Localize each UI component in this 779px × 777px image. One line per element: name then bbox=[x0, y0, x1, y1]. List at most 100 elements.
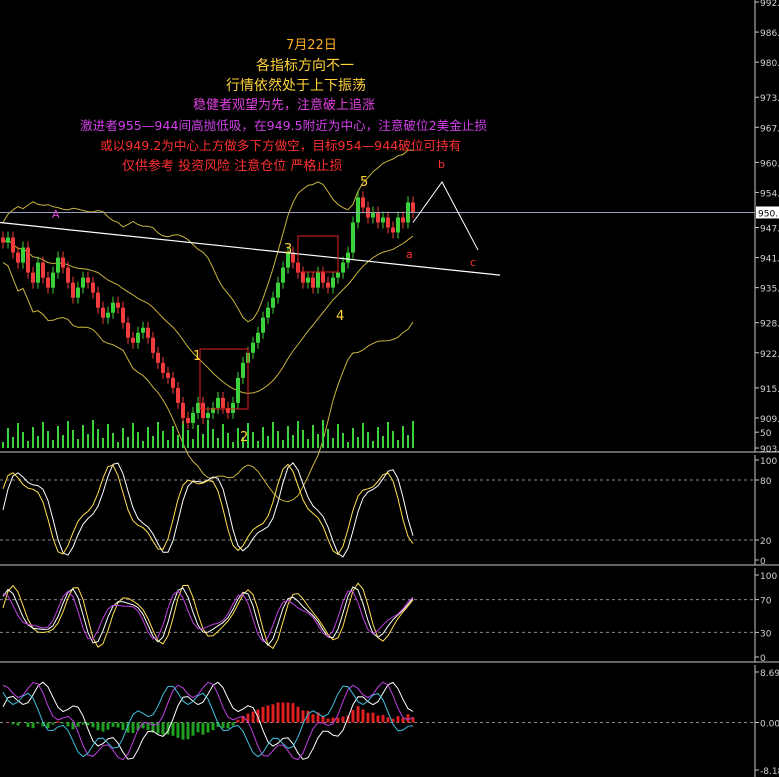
volume-bar bbox=[227, 433, 229, 448]
volume-bar bbox=[207, 420, 209, 448]
candle-body bbox=[1, 237, 5, 243]
y-tick-label: 100 bbox=[760, 572, 777, 582]
volume-bar bbox=[222, 424, 224, 448]
candle-body bbox=[96, 292, 100, 308]
volume-bar bbox=[47, 431, 49, 448]
candle-body bbox=[6, 237, 10, 243]
macd-histogram-bar bbox=[271, 704, 275, 723]
macd-histogram-bar bbox=[371, 712, 375, 723]
macd-histogram-bar bbox=[251, 711, 255, 723]
candle-body bbox=[71, 282, 75, 298]
candle-body bbox=[11, 237, 15, 253]
chart-canvas: A 1 2 3 4 5 a b c 992. 986. 980. 973. 967. 960. 954. 94… bbox=[0, 0, 779, 777]
volume-bar bbox=[27, 441, 29, 448]
candle-body bbox=[261, 317, 265, 333]
volume-bar bbox=[127, 437, 129, 448]
candle-body bbox=[231, 402, 235, 413]
candle-body bbox=[101, 307, 105, 318]
volume-bar bbox=[167, 440, 169, 448]
candle-body bbox=[91, 282, 95, 293]
volume-bar bbox=[382, 436, 384, 448]
volume-bar bbox=[347, 442, 349, 448]
volume-bar bbox=[162, 431, 164, 448]
y-tick-label: 967. bbox=[760, 124, 779, 134]
candle-body bbox=[346, 252, 350, 263]
volume-bar bbox=[147, 427, 149, 448]
candle-body bbox=[216, 397, 220, 408]
candle-body bbox=[396, 217, 400, 233]
macd-histogram-bar bbox=[46, 722, 50, 729]
annotation-line6: 仅供参考 投资风险 注意仓位 严格止损 bbox=[122, 159, 343, 174]
candle-body bbox=[61, 257, 65, 268]
macd-histogram-bar bbox=[106, 722, 110, 730]
macd-histogram-bar bbox=[11, 722, 15, 725]
volume-bar bbox=[407, 435, 409, 448]
candle-body bbox=[331, 277, 335, 288]
bollinger-lower bbox=[2, 262, 414, 503]
macd-histogram-bar bbox=[91, 722, 95, 728]
macd-histogram-bar bbox=[16, 722, 20, 726]
y-tick-label: 915. bbox=[760, 385, 779, 395]
candle-body bbox=[21, 247, 25, 263]
candle-body bbox=[271, 297, 275, 308]
macd-histogram-bar bbox=[81, 722, 85, 725]
y-tick-label: 947. bbox=[760, 225, 779, 235]
volume-bar bbox=[17, 423, 19, 448]
candle-body bbox=[206, 412, 210, 418]
candle-body bbox=[146, 327, 150, 338]
candle-body bbox=[276, 282, 280, 298]
candle-body bbox=[166, 372, 170, 378]
candle-body bbox=[131, 337, 135, 343]
y-tick-label: 941. bbox=[760, 255, 779, 265]
annotation-line3: 稳健者观望为先，注意破上追涨 bbox=[193, 98, 376, 113]
candle-body bbox=[266, 307, 270, 318]
candle-body bbox=[241, 362, 245, 378]
candle-body bbox=[31, 272, 35, 283]
macd-histogram-bar bbox=[56, 721, 60, 723]
volume-bar bbox=[172, 426, 174, 448]
stochastic-panel[interactable] bbox=[2, 462, 414, 558]
macd-histogram-bar bbox=[276, 702, 280, 723]
candle-body bbox=[251, 342, 255, 353]
candle-body bbox=[316, 272, 320, 288]
macd-histogram-bar bbox=[6, 721, 10, 723]
volume-bar bbox=[292, 435, 294, 448]
volume-bar bbox=[367, 432, 369, 448]
candle-body bbox=[281, 267, 285, 283]
macd-histogram-bar bbox=[36, 722, 40, 724]
volume-bar bbox=[217, 438, 219, 448]
macd-histogram-bar bbox=[406, 714, 410, 723]
volume-bar bbox=[392, 431, 394, 448]
macd-histogram-bar bbox=[131, 722, 135, 734]
volume-bar bbox=[157, 422, 159, 448]
candle-body bbox=[311, 277, 315, 288]
macd-histogram-bar bbox=[121, 722, 125, 730]
macd-histogram-bar bbox=[111, 722, 115, 727]
macd-histogram-bar bbox=[206, 722, 210, 733]
rsi-panel[interactable] bbox=[2, 582, 414, 650]
volume-bar bbox=[57, 426, 59, 448]
volume-bar bbox=[352, 428, 354, 448]
candle-body bbox=[391, 227, 395, 233]
y-tick-label: 0 bbox=[760, 557, 766, 567]
wave-label: 3 bbox=[284, 242, 292, 257]
candle-body bbox=[196, 402, 200, 413]
volume-bar bbox=[202, 434, 204, 448]
volume-bar bbox=[412, 421, 414, 448]
y-tick-label: 903. bbox=[760, 445, 779, 455]
wave-label: A bbox=[52, 208, 60, 221]
current-price-label: 950. bbox=[758, 209, 778, 219]
volume-bar bbox=[197, 425, 199, 448]
candle-body bbox=[116, 302, 120, 308]
macd-histogram-bar bbox=[226, 722, 230, 729]
y-tick-label: 986. bbox=[760, 29, 779, 39]
macd-histogram-bar bbox=[196, 722, 200, 733]
volume-bar bbox=[77, 439, 79, 448]
y-tick-label: 960. bbox=[760, 159, 779, 169]
volume-bar bbox=[267, 436, 269, 448]
candle-body bbox=[41, 262, 45, 278]
macd-panel[interactable] bbox=[2, 681, 415, 761]
price-panel[interactable]: A 1 2 3 4 5 a b c bbox=[0, 149, 755, 503]
macd-histogram-bar bbox=[221, 722, 225, 729]
candle-body bbox=[341, 262, 345, 273]
